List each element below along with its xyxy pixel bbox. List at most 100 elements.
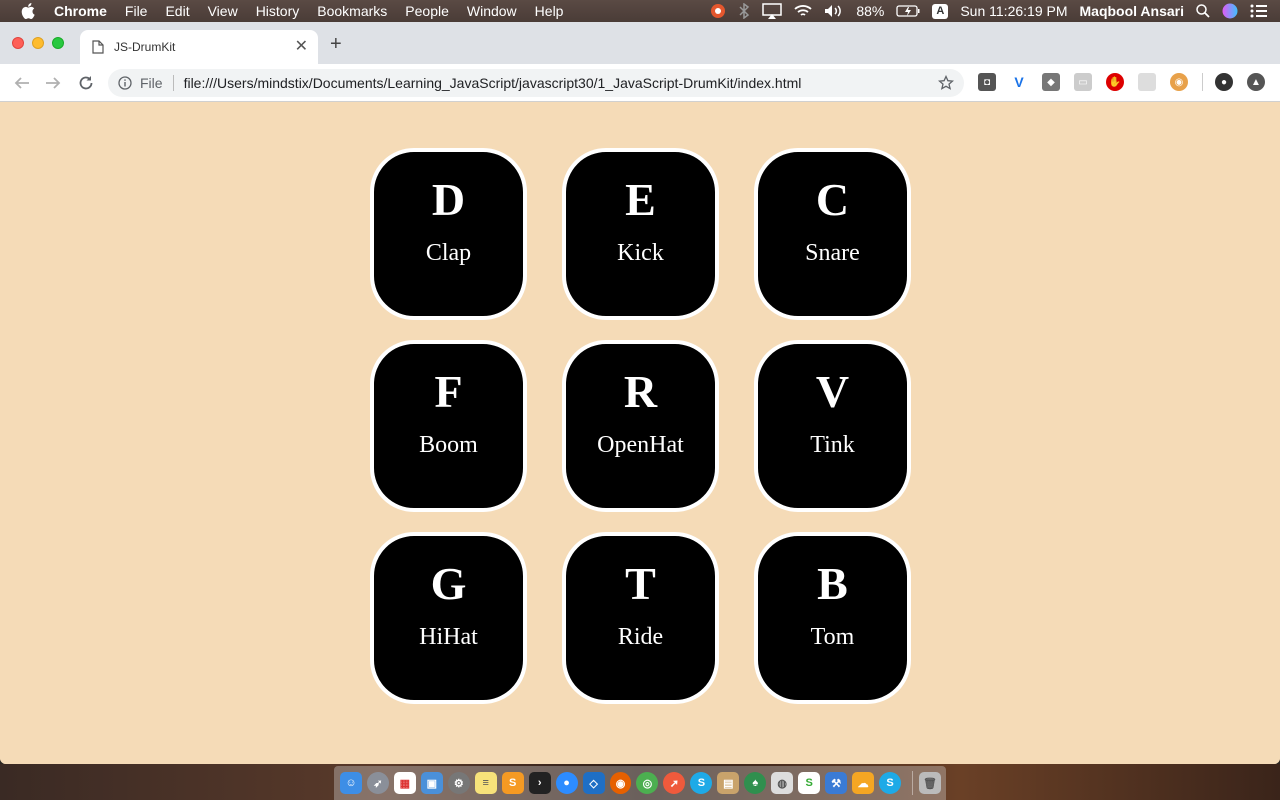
window-close-button[interactable]	[12, 37, 24, 49]
apple-menu-icon[interactable]	[20, 3, 36, 19]
launchpad-icon[interactable]: ➶	[366, 772, 389, 794]
key-sound-label: Boom	[419, 432, 478, 458]
skype-business-icon[interactable]: S	[879, 772, 902, 794]
calendar-icon[interactable]: ▦	[393, 772, 416, 794]
key-sound-label: Tom	[810, 624, 855, 650]
extension-screen-icon[interactable]: ▭	[1074, 73, 1092, 91]
wifi-icon[interactable]	[794, 4, 812, 18]
input-source-badge[interactable]: A	[932, 3, 949, 19]
sublime-text-icon[interactable]: S	[501, 772, 524, 794]
skype-icon[interactable]: S	[690, 772, 713, 794]
drum-key-e[interactable]: E Kick	[562, 148, 719, 320]
macos-dock: ☺ ➶ ▦ ▣ ⚙ ≡ S › ● ◇ ◉ ◎ ➚ S ▤ ♠ ◍ S ⚒ ☁ …	[334, 766, 946, 800]
tab-title: JS-DrumKit	[114, 40, 176, 54]
key-sound-label: HiHat	[419, 624, 478, 650]
airplay-icon[interactable]	[762, 3, 783, 19]
battery-icon[interactable]	[896, 5, 920, 17]
menu-view[interactable]: View	[208, 3, 238, 19]
key-sound-label: Tink	[810, 432, 855, 458]
profile-avatar-icon[interactable]: ●	[1215, 73, 1233, 91]
system-preferences-icon[interactable]: ⚙	[447, 772, 470, 794]
drum-key-b[interactable]: B Tom	[754, 532, 911, 704]
extension-ghostery-icon[interactable]: ◘	[978, 73, 996, 91]
key-letter: F	[434, 366, 463, 417]
battery-percentage: 88%	[856, 3, 885, 19]
window-controls	[12, 37, 72, 49]
menubar-user[interactable]: Maqbool Ansari	[1080, 3, 1185, 19]
extension-vue-devtools-icon[interactable]: V	[1010, 73, 1028, 91]
sourcetree-icon[interactable]: ♠	[744, 772, 767, 794]
zoom-icon[interactable]: ●	[555, 772, 578, 794]
terminal-icon[interactable]: ›	[528, 772, 551, 794]
tab-strip: JS-DrumKit ✕ +	[0, 22, 1280, 64]
drum-key-d[interactable]: D Clap	[370, 148, 527, 320]
drum-key-v[interactable]: V Tink	[754, 340, 911, 512]
menu-help[interactable]: Help	[535, 3, 564, 19]
chrome-profile-icon[interactable]	[710, 3, 726, 19]
key-sound-label: Snare	[805, 240, 860, 266]
extensions-area: ◘ V ◆ ▭ ✋ ◉ ● ▲	[978, 73, 1279, 91]
extension-owl-icon[interactable]: ◉	[1170, 73, 1188, 91]
drum-key-r[interactable]: R OpenHat	[562, 340, 719, 512]
menu-file[interactable]: File	[125, 3, 148, 19]
key-letter: D	[431, 174, 466, 225]
preview-icon[interactable]: ▣	[420, 772, 443, 794]
key-letter: V	[815, 366, 850, 417]
menu-history[interactable]: History	[256, 3, 300, 19]
key-letter: C	[815, 174, 850, 225]
key-sound-label: Clap	[425, 240, 472, 266]
vscode-icon[interactable]: ◇	[582, 772, 605, 794]
spotlight-icon[interactable]	[1196, 4, 1210, 18]
notes-icon[interactable]: ≡	[474, 772, 497, 794]
menu-people[interactable]: People	[405, 3, 449, 19]
tab-close-icon[interactable]: ✕	[295, 39, 308, 55]
drum-keys-grid: D Clap E Kick C Snare F Boom R OpenHat V…	[370, 148, 912, 704]
extension-grid-icon[interactable]	[1138, 73, 1156, 91]
reload-icon[interactable]	[76, 73, 96, 93]
drum-key-f[interactable]: F Boom	[370, 340, 527, 512]
transmit-icon[interactable]: ☁	[852, 772, 875, 794]
trash-icon[interactable]: 🗑	[919, 772, 941, 794]
window-maximize-button[interactable]	[52, 37, 64, 49]
notification-center-icon[interactable]	[1250, 4, 1268, 18]
key-sound-label: OpenHat	[597, 432, 684, 458]
key-sound-label: Ride	[617, 624, 664, 650]
menu-window[interactable]: Window	[467, 3, 517, 19]
address-bar[interactable]: File file:///Users/mindstix/Documents/Le…	[108, 69, 964, 97]
extension-upload-icon[interactable]: ▲	[1247, 73, 1265, 91]
extension-adblock-icon[interactable]: ✋	[1106, 73, 1124, 91]
firefox-icon[interactable]: ◉	[609, 772, 632, 794]
new-tab-icon[interactable]: +	[330, 34, 342, 54]
bluetooth-icon[interactable]	[738, 3, 750, 19]
key-sound-label: Kick	[617, 240, 664, 266]
info-icon[interactable]	[118, 76, 132, 90]
menubar-clock[interactable]: Sun 11:26:19 PM	[960, 3, 1067, 19]
window-minimize-button[interactable]	[32, 37, 44, 49]
extension-layers-icon[interactable]: ◆	[1042, 73, 1060, 91]
menu-edit[interactable]: Edit	[165, 3, 189, 19]
drum-key-g[interactable]: G HiHat	[370, 532, 527, 704]
menu-bookmarks[interactable]: Bookmarks	[317, 3, 387, 19]
swift-playgrounds-icon[interactable]: ➚	[663, 772, 686, 794]
xcode-icon[interactable]: ⚒	[825, 772, 848, 794]
browser-toolbar: File file:///Users/mindstix/Documents/Le…	[0, 64, 1280, 102]
back-arrow-icon[interactable]	[12, 73, 32, 93]
key-letter: R	[623, 366, 658, 417]
drum-key-t[interactable]: T Ride	[562, 532, 719, 704]
forward-arrow-icon[interactable]	[43, 73, 63, 93]
siri-icon[interactable]	[1222, 3, 1238, 19]
finder-icon[interactable]: ☺	[340, 772, 362, 794]
keynote-icon[interactable]: ▤	[717, 772, 740, 794]
toolbar-divider	[1202, 73, 1203, 91]
tab-js-drumkit[interactable]: JS-DrumKit ✕	[80, 30, 318, 64]
volume-icon[interactable]	[824, 4, 844, 18]
menu-app-chrome[interactable]: Chrome	[54, 3, 107, 19]
key-letter: B	[817, 558, 848, 609]
sheets-icon[interactable]: S	[798, 772, 821, 794]
disk-utility-icon[interactable]: ◍	[771, 772, 794, 794]
url-text[interactable]: file:///Users/mindstix/Documents/Learnin…	[184, 75, 938, 91]
chrome-icon[interactable]: ◎	[636, 772, 659, 794]
key-letter: G	[430, 558, 467, 609]
drum-key-c[interactable]: C Snare	[754, 148, 911, 320]
bookmark-star-icon[interactable]	[938, 75, 954, 91]
